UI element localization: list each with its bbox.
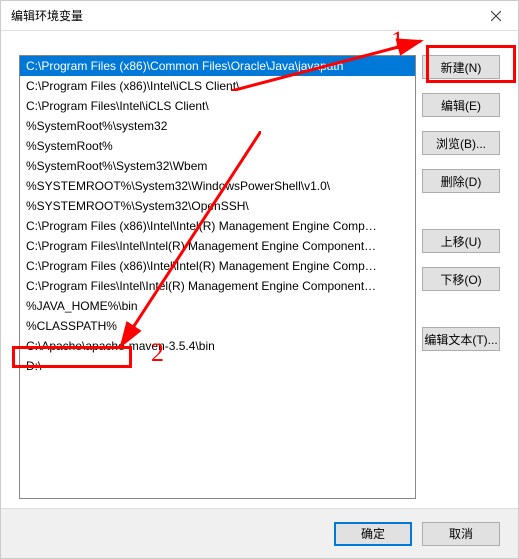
list-item[interactable]: %CLASSPATH% <box>20 316 415 336</box>
list-item[interactable]: C:\Program Files (x86)\Intel\Intel(R) Ma… <box>20 216 415 236</box>
move-down-button[interactable]: 下移(O) <box>422 267 500 291</box>
delete-button[interactable]: 删除(D) <box>422 169 500 193</box>
list-item[interactable]: C:\Program Files (x86)\Intel\iCLS Client… <box>20 76 415 96</box>
list-item[interactable]: %SYSTEMROOT%\System32\OpenSSH\ <box>20 196 415 216</box>
list-item[interactable]: C:\Program Files\Intel\Intel(R) Manageme… <box>20 236 415 256</box>
list-item[interactable]: %SystemRoot% <box>20 136 415 156</box>
move-up-button[interactable]: 上移(U) <box>422 229 500 253</box>
close-icon <box>491 11 501 21</box>
window-title: 编辑环境变量 <box>11 7 83 24</box>
list-item[interactable]: C:\Program Files (x86)\Intel\Intel(R) Ma… <box>20 256 415 276</box>
close-button[interactable] <box>473 1 518 31</box>
list-item[interactable]: %JAVA_HOME%\bin <box>20 296 415 316</box>
list-item[interactable]: %SystemRoot%\system32 <box>20 116 415 136</box>
list-item[interactable]: C:\Program Files\Intel\Intel(R) Manageme… <box>20 276 415 296</box>
dialog-window: 编辑环境变量 C:\Program Files (x86)\Common Fil… <box>0 0 519 559</box>
edit-button[interactable]: 编辑(E) <box>422 93 500 117</box>
edit-text-button[interactable]: 编辑文本(T)... <box>422 327 500 351</box>
browse-button[interactable]: 浏览(B)... <box>422 131 500 155</box>
buttons-panel: 新建(N) 编辑(E) 浏览(B)... 删除(D) 上移(U) 下移(O) 编… <box>422 55 500 351</box>
cancel-button[interactable]: 取消 <box>422 522 500 546</box>
new-button[interactable]: 新建(N) <box>422 55 500 79</box>
list-item[interactable]: %SYSTEMROOT%\System32\WindowsPowerShell\… <box>20 176 415 196</box>
list-item[interactable]: %SystemRoot%\System32\Wbem <box>20 156 415 176</box>
bottom-bar: 确定 取消 <box>1 508 518 558</box>
list-item[interactable]: C:\Apache\apache-maven-3.5.4\bin <box>20 336 415 356</box>
path-listbox[interactable]: C:\Program Files (x86)\Common Files\Orac… <box>19 55 416 499</box>
ok-button[interactable]: 确定 <box>334 522 412 546</box>
list-item[interactable]: C:\Program Files (x86)\Common Files\Orac… <box>20 56 415 76</box>
title-bar: 编辑环境变量 <box>1 1 518 31</box>
list-item[interactable]: D:\ <box>20 356 415 376</box>
list-item[interactable]: C:\Program Files\Intel\iCLS Client\ <box>20 96 415 116</box>
dialog-content: C:\Program Files (x86)\Common Files\Orac… <box>1 31 518 508</box>
